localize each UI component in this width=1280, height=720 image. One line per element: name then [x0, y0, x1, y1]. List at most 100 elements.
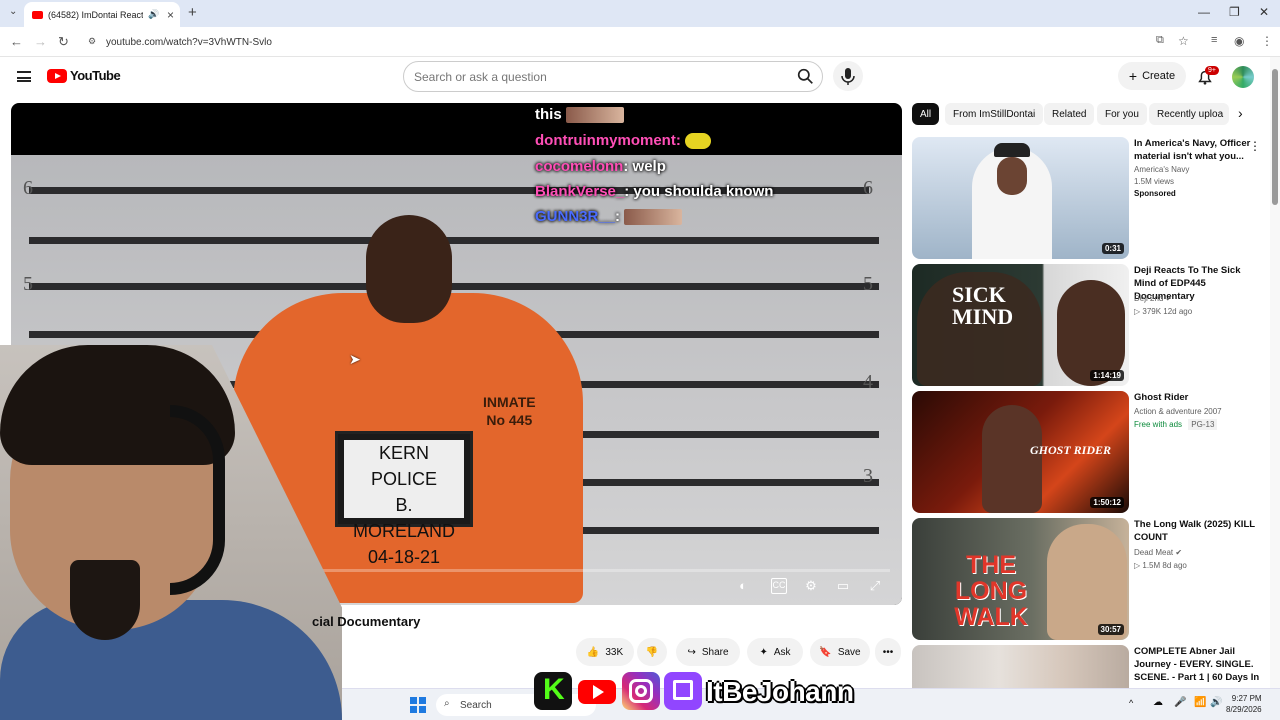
height-line: [29, 237, 879, 244]
youtube-logo[interactable]: YouTube: [47, 68, 121, 83]
speaker-icon: 🔊: [148, 9, 160, 19]
volume-icon[interactable]: 🔊: [1210, 697, 1222, 708]
thumb-figure: [982, 405, 1042, 513]
video-thumbnail[interactable]: THE LONG WALK 30:57: [912, 518, 1129, 640]
height-mark: 3: [863, 465, 873, 487]
streamer-handle: ItBeJohann: [706, 676, 854, 707]
search-icon[interactable]: [797, 68, 814, 85]
forward-icon[interactable]: →: [34, 34, 47, 49]
avatar[interactable]: [1232, 66, 1254, 88]
mic-tray-icon[interactable]: 🎤: [1174, 697, 1186, 708]
rec-channel[interactable]: Dead Meat ✔: [1134, 548, 1182, 557]
close-window-icon[interactable]: ✕: [1259, 5, 1269, 19]
chat-message: cocomelonn: welp: [535, 158, 666, 175]
dislike-button[interactable]: 👎: [637, 638, 667, 666]
rec-title[interactable]: Ghost Rider: [1134, 391, 1258, 404]
install-icon[interactable]: ⧉: [1156, 34, 1164, 47]
like-button[interactable]: 👍 33K: [576, 638, 634, 666]
share-button[interactable]: ↪ Share: [676, 638, 740, 666]
bookmark-star-icon[interactable]: ☆: [1178, 34, 1189, 48]
rec-title[interactable]: In America's Navy, Officer material isn'…: [1134, 137, 1258, 163]
duration-badge: 1:50:12: [1090, 497, 1124, 508]
rec-meta: Free with ads PG-13: [1134, 419, 1218, 430]
tray-chevron-icon[interactable]: ^: [1129, 698, 1133, 708]
settings-gear-icon[interactable]: ⚙: [803, 578, 819, 594]
address-bar[interactable]: ⚙ youtube.com/watch?v=3VhWTN-Svlo: [82, 30, 1202, 54]
scrollbar-thumb[interactable]: [1272, 69, 1278, 205]
chip-related[interactable]: Related: [1044, 103, 1095, 125]
chip-for-you[interactable]: For you: [1097, 103, 1147, 125]
video-thumbnail[interactable]: [912, 645, 1129, 690]
create-button[interactable]: + Create: [1118, 62, 1186, 90]
profile-icon[interactable]: ◉: [1234, 34, 1244, 48]
rec-channel: Action & adventure 2007: [1134, 407, 1222, 416]
save-button[interactable]: 🔖 Save: [810, 638, 870, 666]
media-icon[interactable]: ≡: [1211, 34, 1217, 46]
webcam-beard: [70, 560, 140, 640]
booking-placard: KERN POLICE B. MORELAND 04-18-21: [335, 431, 473, 567]
list-item[interactable]: COMPLETE Abner Jail Journey - EVERY. SIN…: [912, 645, 1262, 690]
menu-kebab-icon[interactable]: ⋮: [1261, 34, 1273, 48]
placard-line: KERN POLICE: [370, 443, 438, 489]
wifi-icon[interactable]: 📶: [1194, 697, 1206, 708]
list-item[interactable]: THE LONG WALK 30:57 The Long Walk (2025)…: [912, 518, 1262, 640]
thumbs-down-icon: 👎: [645, 646, 659, 658]
duration-badge: 0:31: [1101, 243, 1124, 254]
video-thumbnail[interactable]: 0:31: [912, 137, 1129, 259]
rec-channel[interactable]: America's Navy: [1134, 165, 1189, 174]
channel-name: Dead Meat: [1134, 548, 1174, 557]
browser-tab[interactable]: (64582) ImDontai Reacts To 🔊 ×: [24, 2, 180, 27]
site-info-icon[interactable]: ⚙: [88, 36, 96, 47]
chip-recently-uploaded[interactable]: Recently uploa: [1149, 103, 1229, 125]
chevron-right-icon[interactable]: ›: [1238, 105, 1243, 121]
search-input[interactable]: Search or ask a question: [403, 61, 823, 92]
theater-mode-icon[interactable]: ▭: [835, 578, 851, 594]
thumb-text: THE LONG WALK: [954, 551, 1028, 631]
rating-badge: PG-13: [1188, 419, 1218, 430]
back-icon[interactable]: ←: [10, 34, 23, 49]
inmate-number: No 445: [486, 412, 533, 428]
rec-channel[interactable]: Deji 2nd ✔: [1134, 294, 1172, 303]
placard-line: 04-18-21: [367, 547, 441, 567]
height-mark: 5: [863, 273, 873, 295]
list-item[interactable]: GHOST RIDER 1:50:12 Ghost Rider Action &…: [912, 391, 1262, 513]
list-item[interactable]: 0:31 In America's Navy, Officer material…: [912, 137, 1262, 259]
reload-icon[interactable]: ↻: [58, 34, 69, 50]
thumb-face: [997, 157, 1027, 195]
webcam-overlay: [0, 345, 342, 720]
rec-title[interactable]: COMPLETE Abner Jail Journey - EVERY. SIN…: [1134, 645, 1262, 690]
page-scrollbar[interactable]: [1270, 57, 1280, 690]
close-tab-icon[interactable]: ×: [167, 8, 174, 22]
new-tab-icon[interactable]: +: [188, 4, 197, 21]
chip-all[interactable]: All: [912, 103, 940, 125]
minimize-icon[interactable]: —: [1198, 5, 1210, 19]
emote-icon: [565, 107, 624, 124]
video-thumbnail[interactable]: SICK MIND 1:14:19: [912, 264, 1129, 386]
chat-message: GUNN3R__:: [535, 208, 683, 226]
voice-search-button[interactable]: [833, 61, 863, 91]
logo-text: YouTube: [70, 68, 121, 83]
chat-user: GUNN3R__: [535, 208, 616, 225]
sparkle-icon: ✦: [759, 646, 768, 658]
list-item[interactable]: SICK MIND 1:14:19 Deji Reacts To The Sic…: [912, 264, 1262, 386]
more-actions-button[interactable]: •••: [875, 638, 901, 666]
cloud-icon[interactable]: ☁: [1153, 697, 1163, 708]
youtube-play-icon: [47, 68, 67, 83]
fullscreen-icon[interactable]: ⤢: [867, 578, 883, 594]
video-thumbnail[interactable]: GHOST RIDER 1:50:12: [912, 391, 1129, 513]
system-clock[interactable]: 9:27 PM 8/29/2026: [1226, 693, 1262, 715]
restore-icon[interactable]: ❐: [1229, 5, 1240, 19]
rec-title[interactable]: The Long Walk (2025) KILL COUNT: [1134, 518, 1258, 544]
chat-user: BlankVerse_: [535, 183, 625, 200]
tab-list-icon[interactable]: ⌄: [9, 6, 17, 17]
ask-button[interactable]: ✦ Ask: [747, 638, 803, 666]
hamburger-menu-icon[interactable]: [17, 71, 31, 82]
browser-toolbar: ← → ↻ ⚙ youtube.com/watch?v=3VhWTN-Svlo …: [0, 27, 1280, 57]
chat-message: dontruinmymoment:: [535, 132, 711, 150]
windows-start-icon[interactable]: [410, 697, 426, 713]
chip-from-channel[interactable]: From ImStillDontai: [945, 103, 1044, 125]
autoplay-toggle-icon[interactable]: ◐: [735, 578, 751, 594]
clock-date: 8/29/2026: [1226, 705, 1262, 714]
more-vert-icon[interactable]: ⋮: [1249, 139, 1261, 153]
captions-icon[interactable]: CC: [771, 578, 787, 594]
